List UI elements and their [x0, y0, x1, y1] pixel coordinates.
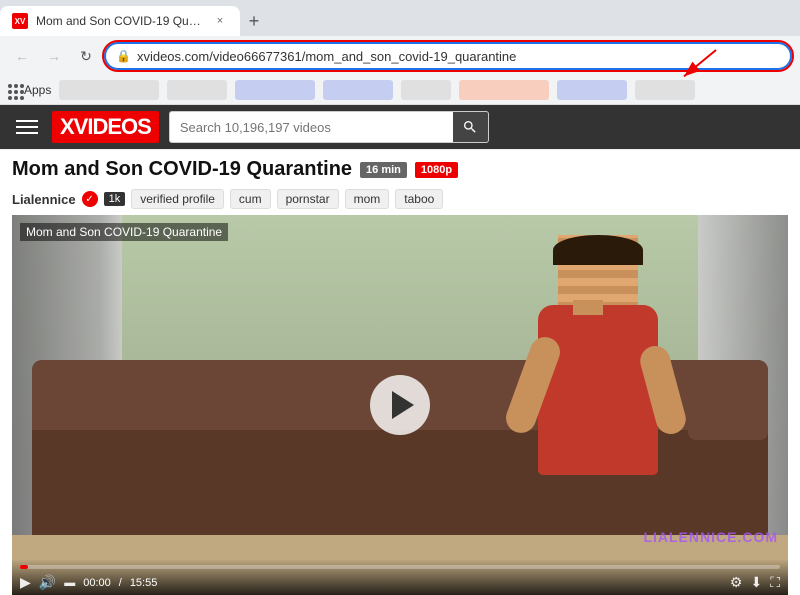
right-controls: ⚙ ⬇ ⛶ — [730, 574, 780, 591]
volume-button[interactable]: 🔊 — [39, 574, 56, 591]
address-bar[interactable]: 🔒 xvideos.com/video66677361/mom_and_son_… — [104, 42, 792, 70]
apps-grid-icon — [8, 84, 20, 96]
forward-button[interactable]: → — [40, 42, 68, 70]
play-button[interactable] — [370, 375, 430, 435]
time-total: 15:55 — [130, 577, 158, 589]
bookmarks-list — [59, 80, 792, 100]
video-controls: ▶ 🔊 ▬ 00:00 / 15:55 ⚙ ⬇ ⛶ — [12, 559, 788, 595]
tags-row: Lialennice ✓ 1k verified profile cum por… — [0, 185, 800, 215]
duration-badge: 16 min — [360, 162, 407, 178]
verified-icon: ✓ — [82, 191, 98, 207]
download-icon[interactable]: ⬇ — [750, 574, 762, 591]
subscriber-badge: 1k — [104, 192, 126, 206]
tab-favicon: XV — [12, 13, 28, 29]
site-header: XVIDEOS — [0, 105, 800, 150]
watermark: LIALENNICE.COM — [643, 529, 778, 545]
bookmark-item[interactable] — [635, 80, 695, 100]
volume-bar[interactable]: ▬ — [64, 577, 75, 589]
back-button[interactable]: ← — [8, 42, 36, 70]
site-logo[interactable]: XVIDEOS — [52, 111, 159, 143]
video-title: Mom and Son COVID-19 Quarantine — [12, 158, 352, 181]
fullscreen-icon[interactable]: ⛶ — [770, 574, 780, 591]
time-separator: / — [119, 577, 122, 589]
tab-close-button[interactable]: × — [212, 13, 228, 29]
hamburger-menu-button[interactable] — [12, 116, 42, 138]
person — [508, 235, 688, 475]
active-tab[interactable]: XV Mom and Son COVID-19 Qua... × — [0, 6, 240, 36]
new-tab-button[interactable]: + — [240, 7, 268, 35]
address-bar-container: 🔒 xvideos.com/video66677361/mom_and_son_… — [104, 42, 792, 70]
ssl-lock-icon: 🔒 — [116, 49, 131, 63]
dress — [538, 305, 658, 475]
search-input[interactable] — [169, 111, 453, 143]
controls-row: ▶ 🔊 ▬ 00:00 / 15:55 ⚙ ⬇ ⛶ — [20, 574, 780, 591]
bookmarks-bar: Apps — [0, 76, 800, 104]
address-bar-row: ← → ↻ 🔒 xvideos.com/video66677361/mom_an… — [0, 36, 800, 76]
tag-verified-profile[interactable]: verified profile — [131, 189, 224, 209]
couch-armrest — [688, 380, 768, 440]
video-title-row: Mom and Son COVID-19 Quarantine 16 min 1… — [12, 158, 788, 181]
progress-bar[interactable] — [20, 565, 780, 569]
video-title-area: Mom and Son COVID-19 Quarantine 16 min 1… — [0, 150, 800, 185]
refresh-button[interactable]: ↻ — [72, 42, 100, 70]
url-text: xvideos.com/video66677361/mom_and_son_co… — [137, 49, 780, 64]
neck — [573, 300, 603, 315]
search-container — [169, 111, 489, 143]
search-button[interactable] — [453, 111, 489, 143]
page-content: XVIDEOS Mom and Son COVID-19 Quarantine … — [0, 105, 800, 595]
bookmark-item[interactable] — [235, 80, 315, 100]
search-icon — [462, 119, 478, 135]
settings-icon[interactable]: ⚙ — [730, 574, 743, 591]
apps-bookmark[interactable]: Apps — [8, 83, 51, 97]
video-title-overlay: Mom and Son COVID-19 Quarantine — [20, 223, 228, 241]
tab-bar: XV Mom and Son COVID-19 Qua... × + — [0, 0, 800, 36]
bookmark-item[interactable] — [401, 80, 451, 100]
hair — [553, 235, 643, 265]
video-player[interactable]: Mom and Son COVID-19 Quarantine LIALENNI… — [12, 215, 788, 595]
tag-pornstar[interactable]: pornstar — [277, 189, 339, 209]
bookmark-item[interactable] — [167, 80, 227, 100]
tag-mom[interactable]: mom — [345, 189, 390, 209]
bookmark-item[interactable] — [557, 80, 627, 100]
progress-fill — [20, 565, 28, 569]
time-current: 00:00 — [83, 577, 111, 589]
apps-label: Apps — [24, 83, 51, 97]
bookmark-item[interactable] — [323, 80, 393, 100]
channel-link[interactable]: Lialennice — [12, 192, 76, 207]
bookmark-item[interactable] — [59, 80, 159, 100]
tab-title: Mom and Son COVID-19 Qua... — [36, 14, 204, 28]
tag-cum[interactable]: cum — [230, 189, 271, 209]
tag-taboo[interactable]: taboo — [395, 189, 443, 209]
quality-badge: 1080p — [415, 162, 458, 178]
play-pause-button[interactable]: ▶ — [20, 574, 31, 591]
browser-chrome: XV Mom and Son COVID-19 Qua... × + ← → ↻… — [0, 0, 800, 105]
bookmark-item[interactable] — [459, 80, 549, 100]
